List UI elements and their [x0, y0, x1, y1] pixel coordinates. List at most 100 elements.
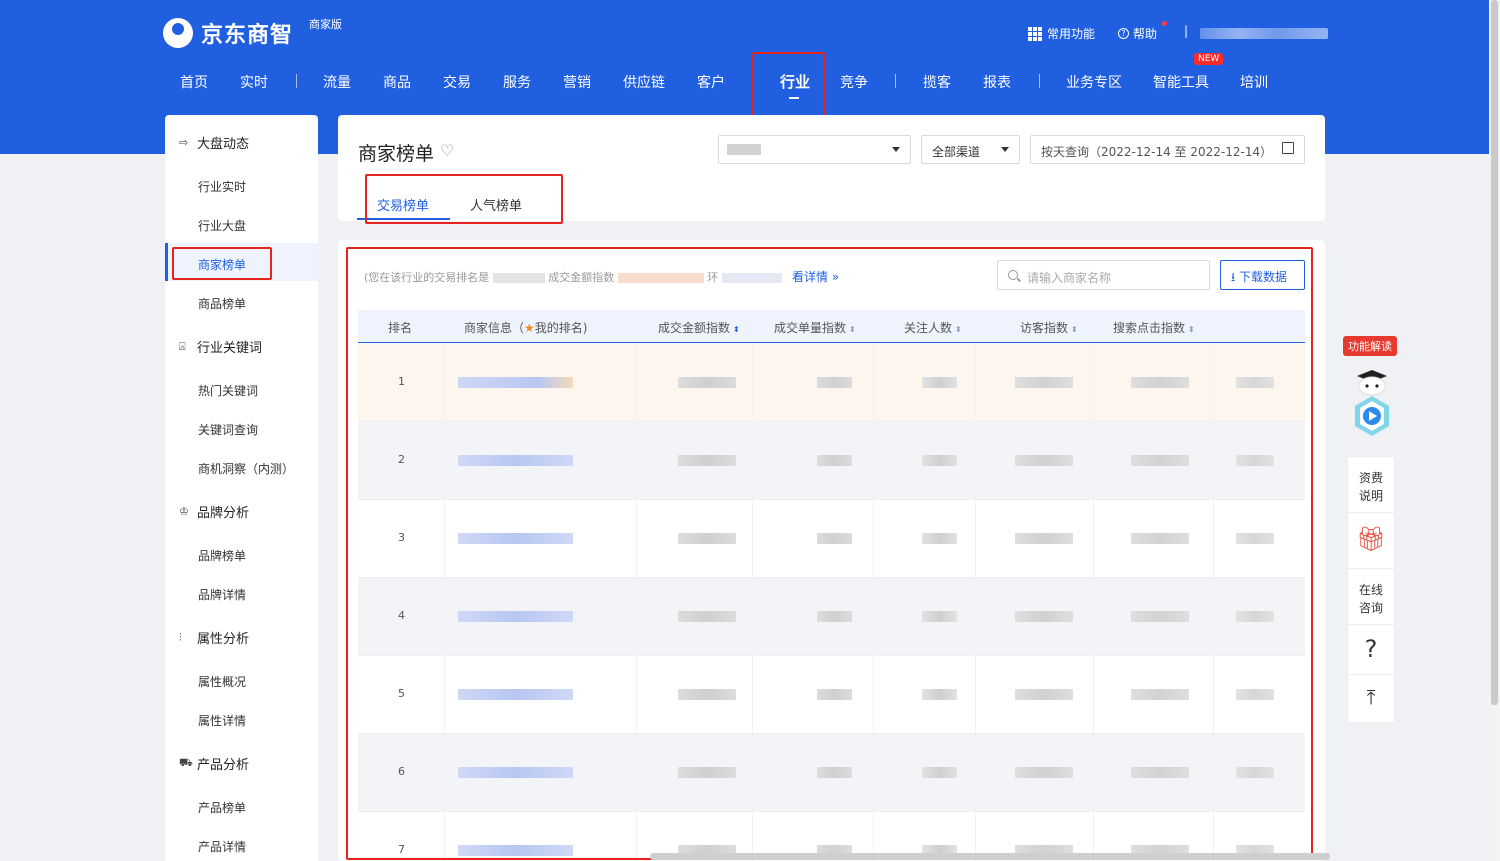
table-row[interactable]: 1: [358, 344, 1305, 422]
merchant-name-blurred[interactable]: [458, 845, 573, 856]
table-row[interactable]: 3: [358, 500, 1305, 578]
help-button[interactable]: ? 帮助: [1118, 25, 1157, 42]
nav-transactions[interactable]: 交易: [443, 72, 471, 92]
sidebar-group-attributes[interactable]: ⫶ 属性分析: [179, 628, 250, 648]
metric-value-blurred: [678, 455, 736, 466]
metric-value-blurred: [817, 611, 852, 622]
sidebar-item-merchant-ranking[interactable]: 商家榜单: [198, 256, 246, 273]
function-guide-badge[interactable]: 功能解读: [1343, 336, 1397, 356]
sidebar-group-keywords[interactable]: ⍓ 行业关键词: [179, 337, 262, 357]
category-select[interactable]: [718, 135, 911, 164]
sidebar-item-hot-keywords[interactable]: 热门关键词: [198, 382, 258, 399]
column-separator: [975, 344, 976, 422]
nav-business-zone[interactable]: 业务专区: [1066, 72, 1122, 92]
nav-marketing[interactable]: 营销: [563, 72, 591, 92]
metric-value-blurred: [922, 611, 957, 622]
col-merchant-prefix: 商家信息（: [464, 321, 525, 335]
category-value-blurred: [727, 144, 761, 155]
notification-dot: [1162, 21, 1167, 26]
merchant-name-blurred[interactable]: [458, 377, 573, 388]
user-account-blurred[interactable]: [1200, 28, 1328, 39]
column-separator: [975, 422, 976, 500]
sidebar-group-brand[interactable]: ♔ 品牌分析: [179, 502, 249, 521]
view-details-link[interactable]: 看详情 »: [792, 268, 839, 285]
col-search-click-index[interactable]: 搜索点击指数 ⬍: [1113, 319, 1195, 336]
sidebar-group-products[interactable]: ⛟ 产品分析: [179, 754, 249, 773]
online-consult-button[interactable]: 在线 咨询: [1348, 569, 1394, 625]
sidebar-item-industry-overview[interactable]: 行业大盘: [198, 217, 246, 234]
metric-value-blurred: [1236, 455, 1274, 466]
metric-value-blurred: [817, 533, 852, 544]
table-header: 排名 商家信息（★我的排名) 成交金额指数 ⬍ 成交单量指数 ⬍ 关注人数 ⬍ 访客指…: [358, 310, 1305, 343]
favorite-heart-icon[interactable]: ♡: [440, 141, 454, 160]
merchant-search-input[interactable]: 请输入商家名称: [997, 260, 1210, 290]
sidebar-item-business-insight[interactable]: 商机洞察（内测）: [198, 460, 294, 477]
merchant-name-blurred[interactable]: [458, 767, 573, 778]
sidebar-item-brand-ranking[interactable]: 品牌榜单: [198, 547, 246, 564]
download-data-button[interactable]: ⭳ 下载数据: [1220, 260, 1305, 290]
nav-industry[interactable]: 行业: [780, 71, 810, 92]
metric-value-blurred: [922, 689, 957, 700]
column-separator: [975, 578, 976, 656]
keyword-icon: ⍓: [179, 339, 186, 353]
metric-value-blurred: [1131, 611, 1189, 622]
vertical-scroll-thumb[interactable]: [1491, 0, 1498, 705]
sidebar-item-product-list[interactable]: 产品榜单: [198, 799, 246, 816]
merchant-name-blurred[interactable]: [458, 689, 573, 700]
tab-transaction-ranking[interactable]: 交易榜单: [377, 195, 429, 214]
back-to-top-button[interactable]: ⤒: [1348, 675, 1394, 723]
table-row[interactable]: 6: [358, 734, 1305, 812]
nav-smart-tools[interactable]: 智能工具: [1153, 72, 1209, 92]
merchant-name-blurred[interactable]: [458, 533, 573, 544]
sidebar-item-keyword-search[interactable]: 关键词查询: [198, 421, 258, 438]
nav-attract-customers[interactable]: 揽客: [923, 72, 951, 92]
date-range-value: 按天查询（2022-12-14 至 2022-12-14）: [1041, 145, 1273, 159]
gift-button[interactable]: 🎁︎: [1348, 513, 1394, 569]
channel-select[interactable]: 全部渠道: [921, 135, 1020, 164]
sidebar-item-product-ranking[interactable]: 商品榜单: [198, 295, 246, 312]
nav-products[interactable]: 商品: [383, 72, 411, 92]
column-separator: [873, 734, 874, 812]
metric-value-blurred: [817, 767, 852, 778]
nav-supply-chain[interactable]: 供应链: [623, 72, 665, 92]
nav-traffic[interactable]: 流量: [323, 72, 351, 92]
faq-button[interactable]: ?: [1348, 625, 1394, 675]
sidebar-item-attribute-detail[interactable]: 属性详情: [198, 712, 246, 729]
metric-value-blurred: [922, 377, 957, 388]
nav-customers[interactable]: 客户: [697, 72, 725, 92]
nav-competition[interactable]: 竞争: [840, 72, 868, 92]
table-row[interactable]: 4: [358, 578, 1305, 656]
sidebar-item-industry-realtime[interactable]: 行业实时: [198, 178, 246, 195]
col-volume-index[interactable]: 成交单量指数 ⬍: [774, 319, 856, 336]
page-header-card: 商家榜单 ♡ 全部渠道 按天查询（2022-12-14 至 2022-12-14…: [338, 115, 1325, 221]
sidebar-group-label: 属性分析: [197, 632, 250, 647]
nav-home[interactable]: 首页: [180, 72, 208, 92]
search-icon: [1008, 270, 1018, 280]
nav-separator: [895, 74, 896, 88]
sidebar-item-product-detail[interactable]: 产品详情: [198, 838, 246, 855]
col-gmv-index[interactable]: 成交金额指数 ⬍: [658, 319, 740, 336]
nav-reports[interactable]: 报表: [983, 72, 1011, 92]
column-separator: [752, 344, 753, 422]
column-separator: [873, 656, 874, 734]
merchant-name-blurred[interactable]: [458, 611, 573, 622]
sidebar-group-market[interactable]: ⇨ 大盘动态: [179, 133, 249, 152]
merchant-name-blurred[interactable]: [458, 455, 573, 466]
column-separator: [752, 500, 753, 578]
sidebar-item-attribute-overview[interactable]: 属性概况: [198, 673, 246, 690]
jd-shangzhi-logo[interactable]: 京东商智: [163, 17, 293, 49]
mascot-video-icon[interactable]: [1351, 362, 1393, 440]
pricing-info-button[interactable]: 资费 说明: [1348, 457, 1394, 513]
table-row[interactable]: 2: [358, 422, 1305, 500]
col-followers[interactable]: 关注人数 ⬍: [904, 319, 962, 336]
sidebar-item-brand-detail[interactable]: 品牌详情: [198, 586, 246, 603]
horizontal-scroll-thumb[interactable]: [650, 853, 1330, 860]
date-range-picker[interactable]: 按天查询（2022-12-14 至 2022-12-14）: [1030, 135, 1305, 164]
table-row[interactable]: 5: [358, 656, 1305, 734]
nav-service[interactable]: 服务: [503, 72, 531, 92]
common-functions-button[interactable]: 常用功能: [1028, 25, 1095, 42]
nav-realtime[interactable]: 实时: [240, 72, 268, 92]
nav-training[interactable]: 培训: [1240, 72, 1268, 92]
tab-popularity-ranking[interactable]: 人气榜单: [470, 195, 522, 214]
col-visitor-index[interactable]: 访客指数 ⬍: [1020, 319, 1078, 336]
